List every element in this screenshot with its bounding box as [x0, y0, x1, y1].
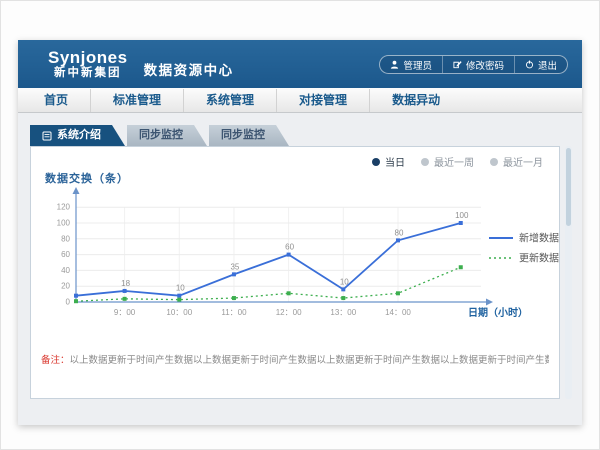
footnote-prefix: 备注：: [41, 355, 70, 366]
radio-label: 最近一月: [503, 154, 543, 169]
series-1: [74, 265, 463, 303]
change-password-label: 修改密码: [466, 58, 504, 72]
radio-dot-selected-icon: [372, 158, 380, 166]
svg-text:11：00: 11：00: [221, 308, 247, 317]
change-password-button[interactable]: 修改密码: [442, 56, 514, 73]
svg-text:更新数据: 更新数据: [519, 252, 559, 265]
logout-button[interactable]: 退出: [514, 56, 567, 73]
content-area: 系统介绍 同步监控 同步监控 当日 最近一周: [18, 113, 582, 424]
line-chart: 0 20 40 60 80 100 120 9：00 10：00 11：00 12：00 13：00 1…: [31, 185, 561, 345]
svg-text:13：00: 13：00: [330, 308, 356, 317]
brand-logo-text: Synjones: [48, 49, 128, 67]
svg-text:新增数据: 新增数据: [519, 232, 559, 245]
radio-dot-icon: [421, 158, 429, 166]
data-point: [341, 287, 345, 291]
data-point: [287, 291, 291, 295]
data-label: 10: [176, 284, 185, 293]
data-point: [459, 221, 463, 225]
axes: [73, 187, 494, 306]
svg-text:12：00: 12：00: [276, 308, 302, 317]
tab-sync-monitor-2[interactable]: 同步监控: [209, 125, 289, 146]
data-point: [287, 253, 291, 257]
svg-text:20: 20: [61, 282, 70, 291]
tab-sync-monitor-1[interactable]: 同步监控: [127, 125, 207, 146]
user-label: 管理员: [403, 58, 432, 72]
radio-dot-icon: [490, 158, 498, 166]
data-label: 100: [455, 211, 469, 220]
nav-item-interface-management[interactable]: 对接管理: [276, 89, 369, 112]
tab-label: 系统介绍: [57, 125, 101, 146]
nav-item-standard-management[interactable]: 标准管理: [90, 89, 183, 112]
legend-item-0[interactable]: 新增数据: [489, 232, 559, 245]
svg-text:10：00: 10：00: [166, 308, 192, 317]
data-point: [123, 297, 127, 301]
edit-icon: [453, 60, 462, 69]
tab-label: 同步监控: [139, 129, 183, 141]
page-title: 数据资源中心: [144, 59, 234, 79]
radio-label: 当日: [385, 154, 405, 169]
logout-label: 退出: [538, 58, 557, 72]
panel-scrollbar: [565, 146, 572, 399]
radio-today[interactable]: 当日: [372, 154, 405, 169]
user-toolbar: 管理员 修改密码 退出: [379, 55, 568, 74]
data-point: [74, 299, 78, 303]
tab-system-intro[interactable]: 系统介绍: [30, 125, 125, 146]
svg-text:14：00: 14：00: [385, 308, 411, 317]
y-axis-title: 数据交换（条）: [45, 170, 129, 186]
svg-text:60: 60: [61, 250, 70, 259]
app-window: Synjones 新中新集团 数据资源中心 管理员 修改密码 退出 首页 标准管…: [18, 40, 582, 425]
data-point: [396, 238, 400, 242]
svg-text:9：00: 9：00: [114, 308, 136, 317]
app-header: Synjones 新中新集团 数据资源中心 管理员 修改密码 退出: [18, 40, 582, 88]
time-range-filter: 当日 最近一周 最近一月: [372, 154, 543, 169]
tab-bar: 系统介绍 同步监控 同步监控: [30, 125, 289, 146]
power-icon: [525, 60, 534, 69]
scrollbar-thumb[interactable]: [566, 148, 571, 226]
tab-label: 同步监控: [221, 129, 265, 141]
data-point: [177, 294, 181, 298]
legend-item-1[interactable]: 更新数据: [489, 252, 559, 265]
svg-text:40: 40: [61, 266, 70, 275]
nav-item-home[interactable]: 首页: [22, 89, 90, 112]
main-nav: 首页 标准管理 系统管理 对接管理 数据异动: [18, 88, 582, 113]
data-point: [123, 289, 127, 293]
data-point: [177, 298, 181, 302]
data-point: [74, 294, 78, 298]
radio-label: 最近一周: [434, 154, 474, 169]
brand-logo-subtext: 新中新集团: [48, 67, 128, 79]
footnote: 备注：以上数据更新于时间产生数据以上数据更新于时间产生数据以上数据更新于时间产生…: [41, 352, 549, 366]
user-icon: [390, 60, 399, 69]
radio-last-week[interactable]: 最近一周: [421, 154, 474, 169]
x-axis-title: 日期（小时）: [468, 306, 528, 319]
svg-text:120: 120: [57, 203, 71, 212]
svg-text:80: 80: [61, 234, 70, 243]
document-icon: [42, 131, 52, 141]
data-label: 18: [121, 279, 130, 288]
gridlines: [76, 207, 481, 302]
nav-item-system-management[interactable]: 系统管理: [183, 89, 276, 112]
chart-panel: 当日 最近一周 最近一月 数据交换（条） 0 20 40 60 80 100 120 9：00…: [30, 146, 560, 399]
data-label: 35: [230, 262, 239, 271]
svg-text:0: 0: [66, 298, 71, 307]
data-point: [459, 265, 463, 269]
data-point: [232, 296, 236, 300]
screenshot-canvas: { "brand": { "logo": "Synjones", "logo_s…: [0, 0, 600, 450]
footnote-text: 以上数据更新于时间产生数据以上数据更新于时间产生数据以上数据更新于时间产生数据以…: [70, 355, 549, 366]
user-menu-button[interactable]: 管理员: [380, 56, 442, 73]
data-point: [396, 291, 400, 295]
data-label: 60: [285, 243, 294, 252]
data-label: 80: [395, 228, 404, 237]
radio-last-month[interactable]: 最近一月: [490, 154, 543, 169]
data-point: [341, 296, 345, 300]
nav-item-data-changes[interactable]: 数据异动: [369, 89, 462, 112]
data-label: 10: [340, 277, 349, 286]
brand-logo: Synjones 新中新集团: [48, 49, 128, 80]
svg-text:100: 100: [57, 219, 71, 228]
data-point: [232, 272, 236, 276]
